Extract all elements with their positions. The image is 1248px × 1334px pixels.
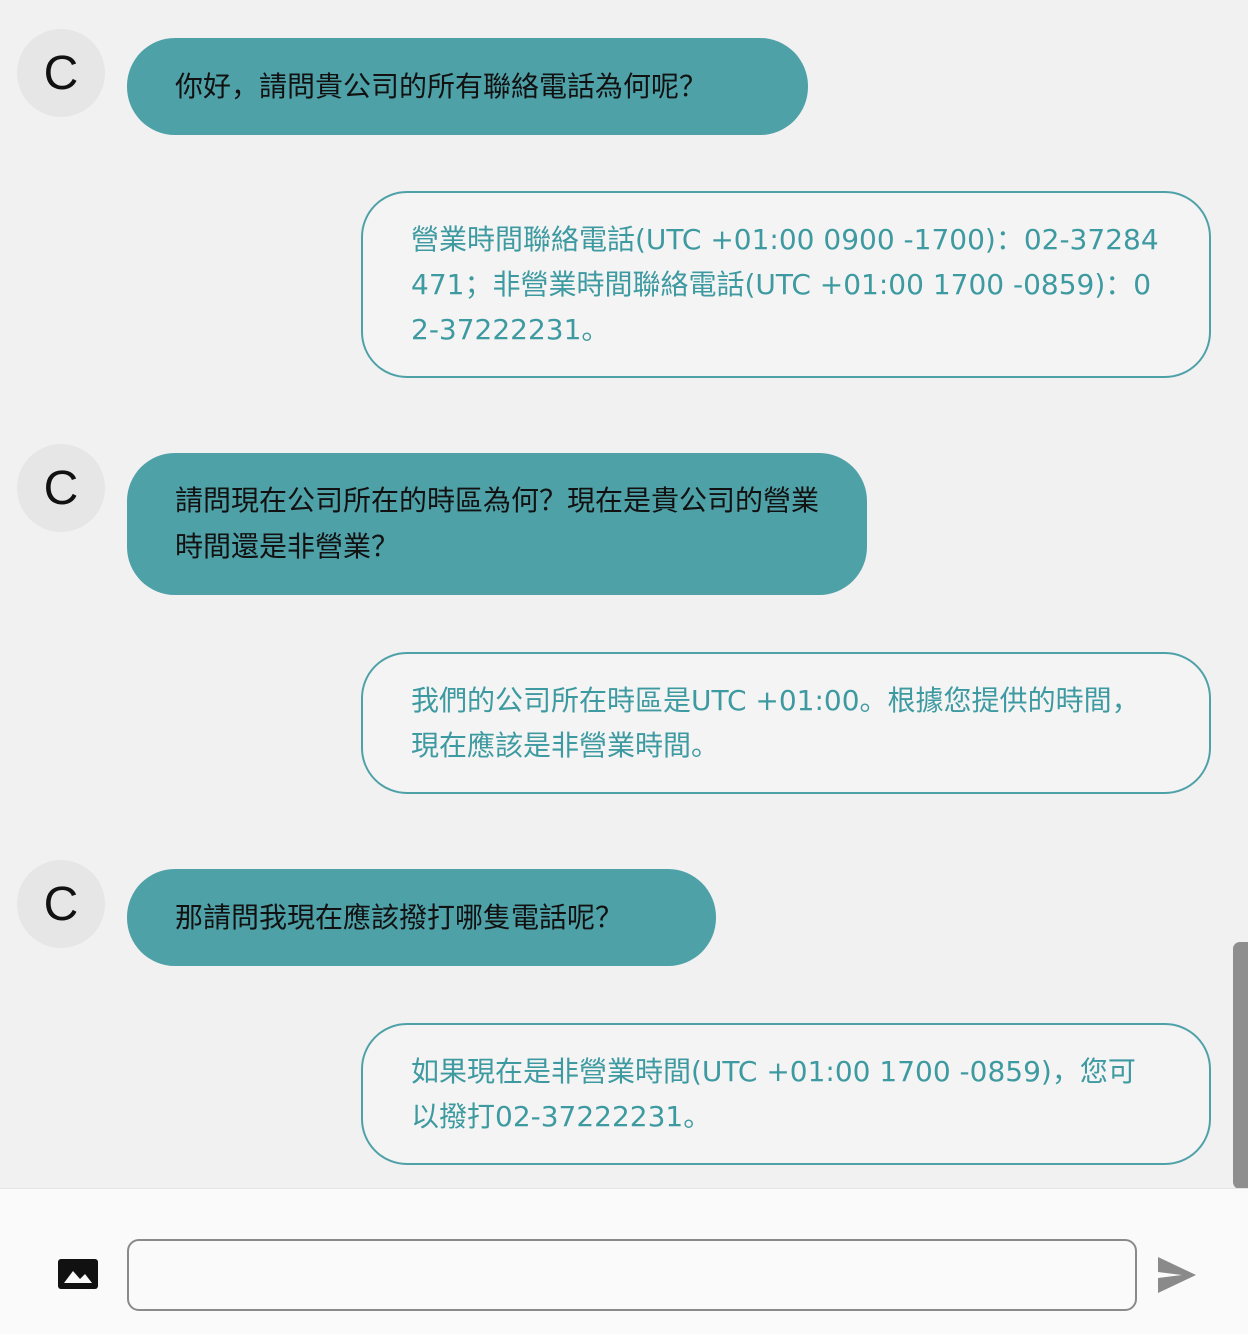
bot-message: 我們的公司所在時區是UTC +01:00。根據您提供的時間，現在應該是非營業時間…: [361, 652, 1211, 794]
user-message: 請問現在公司所在的時區為何？現在是貴公司的營業時間還是非營業？: [127, 453, 867, 595]
bot-message-text: 營業時間聯絡電話(UTC +01:00 0900 -1700)：02-37284…: [411, 223, 1159, 346]
bot-message-text: 如果現在是非營業時間(UTC +01:00 1700 -0859)，您可以撥打0…: [411, 1055, 1136, 1133]
bot-message: 營業時間聯絡電話(UTC +01:00 0900 -1700)：02-37284…: [361, 191, 1211, 378]
user-message-text: 請問現在公司所在的時區為何？現在是貴公司的營業時間還是非營業？: [175, 484, 820, 563]
user-avatar: C: [17, 860, 105, 948]
bot-message: 如果現在是非營業時間(UTC +01:00 1700 -0859)，您可以撥打0…: [361, 1023, 1211, 1165]
input-bar: [0, 1188, 1248, 1334]
send-button[interactable]: [1156, 1255, 1198, 1295]
bot-message-text: 我們的公司所在時區是UTC +01:00。根據您提供的時間，現在應該是非營業時間…: [411, 684, 1140, 762]
user-avatar: C: [17, 29, 105, 117]
chat-area[interactable]: C 你好，請問貴公司的所有聯絡電話為何呢？ 營業時間聯絡電話(UTC +01:0…: [0, 0, 1248, 1188]
user-message: 你好，請問貴公司的所有聯絡電話為何呢？: [127, 38, 808, 135]
user-message-text: 那請問我現在應該撥打哪隻電話呢？: [175, 900, 624, 934]
image-upload-button[interactable]: [58, 1259, 98, 1291]
message-input[interactable]: [127, 1239, 1137, 1311]
user-avatar: C: [17, 444, 105, 532]
image-icon: [58, 1259, 98, 1289]
send-icon: [1158, 1257, 1196, 1293]
scrollbar-thumb[interactable]: [1233, 942, 1248, 1188]
user-message: 那請問我現在應該撥打哪隻電話呢？: [127, 869, 716, 966]
user-message-text: 你好，請問貴公司的所有聯絡電話為何呢？: [175, 69, 708, 103]
